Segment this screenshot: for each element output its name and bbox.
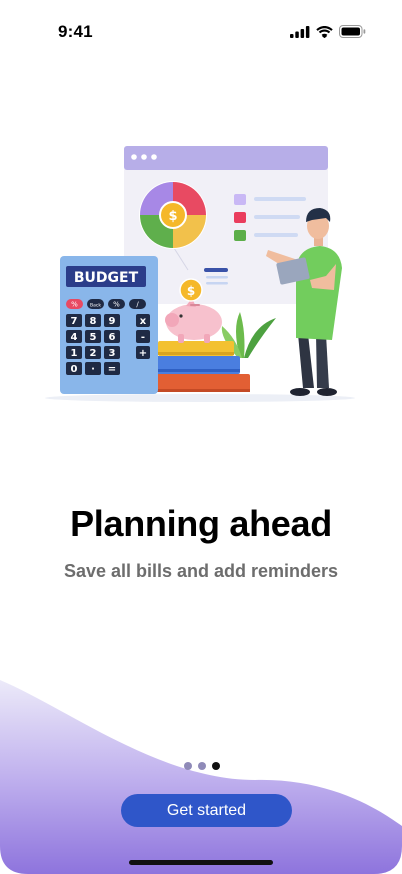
page-dot-3[interactable] <box>212 762 220 770</box>
calculator-key-label: = <box>108 364 116 375</box>
calculator-key-label: 9 <box>109 316 116 327</box>
calculator-key-label: x <box>140 316 147 327</box>
calculator-key-label: 4 <box>71 332 78 343</box>
calculator-key-label: 3 <box>109 348 116 359</box>
svg-text:$: $ <box>168 209 177 224</box>
calculator-key-label: + <box>139 348 147 359</box>
page-subtitle: Save all bills and add reminders <box>63 561 339 581</box>
calculator-key-label: 1 <box>71 348 78 359</box>
signal-icon <box>290 25 310 38</box>
calculator-label: BUDGET <box>74 270 139 286</box>
calculator-key-label: - <box>141 332 145 343</box>
calculator-key-label: 8 <box>90 316 97 327</box>
calculator-key-label: 7 <box>71 316 78 327</box>
calculator-key-label: 6 <box>109 332 116 343</box>
status-time: 9:41 <box>58 22 93 41</box>
page-dot-1[interactable] <box>184 762 192 770</box>
pie-wheel-illustration: $ <box>139 181 207 249</box>
wave-background <box>0 680 402 874</box>
status-bar: 9:41 <box>0 0 402 60</box>
calculator-illustration: BUDGET % Back%/7 8 9 x4 5 6 -1 2 3 +0 · = <box>60 256 158 394</box>
calculator-key-label: Back <box>90 303 101 309</box>
calculator-key-label: 0 <box>71 364 78 375</box>
calculator-key-label: 2 <box>90 348 97 359</box>
calculator-key-label: 5 <box>90 332 97 343</box>
calculator-key-label: % <box>113 301 120 309</box>
home-indicator[interactable] <box>129 860 273 865</box>
wifi-icon <box>316 25 333 38</box>
calculator-key-label: · <box>91 364 95 375</box>
battery-icon <box>339 25 366 38</box>
page-indicator <box>184 762 220 770</box>
budget-illustration: $ $ BUDGET % Back % /7 8 9 x4 5 6 -1 2 3… <box>45 146 355 402</box>
svg-text:$: $ <box>187 284 195 298</box>
get-started-button[interactable]: Get started <box>121 794 292 827</box>
page-dot-2[interactable] <box>198 762 206 770</box>
page-title: Planning ahead <box>70 503 332 544</box>
calculator-key-label: % <box>71 301 78 309</box>
status-icons <box>290 25 366 38</box>
